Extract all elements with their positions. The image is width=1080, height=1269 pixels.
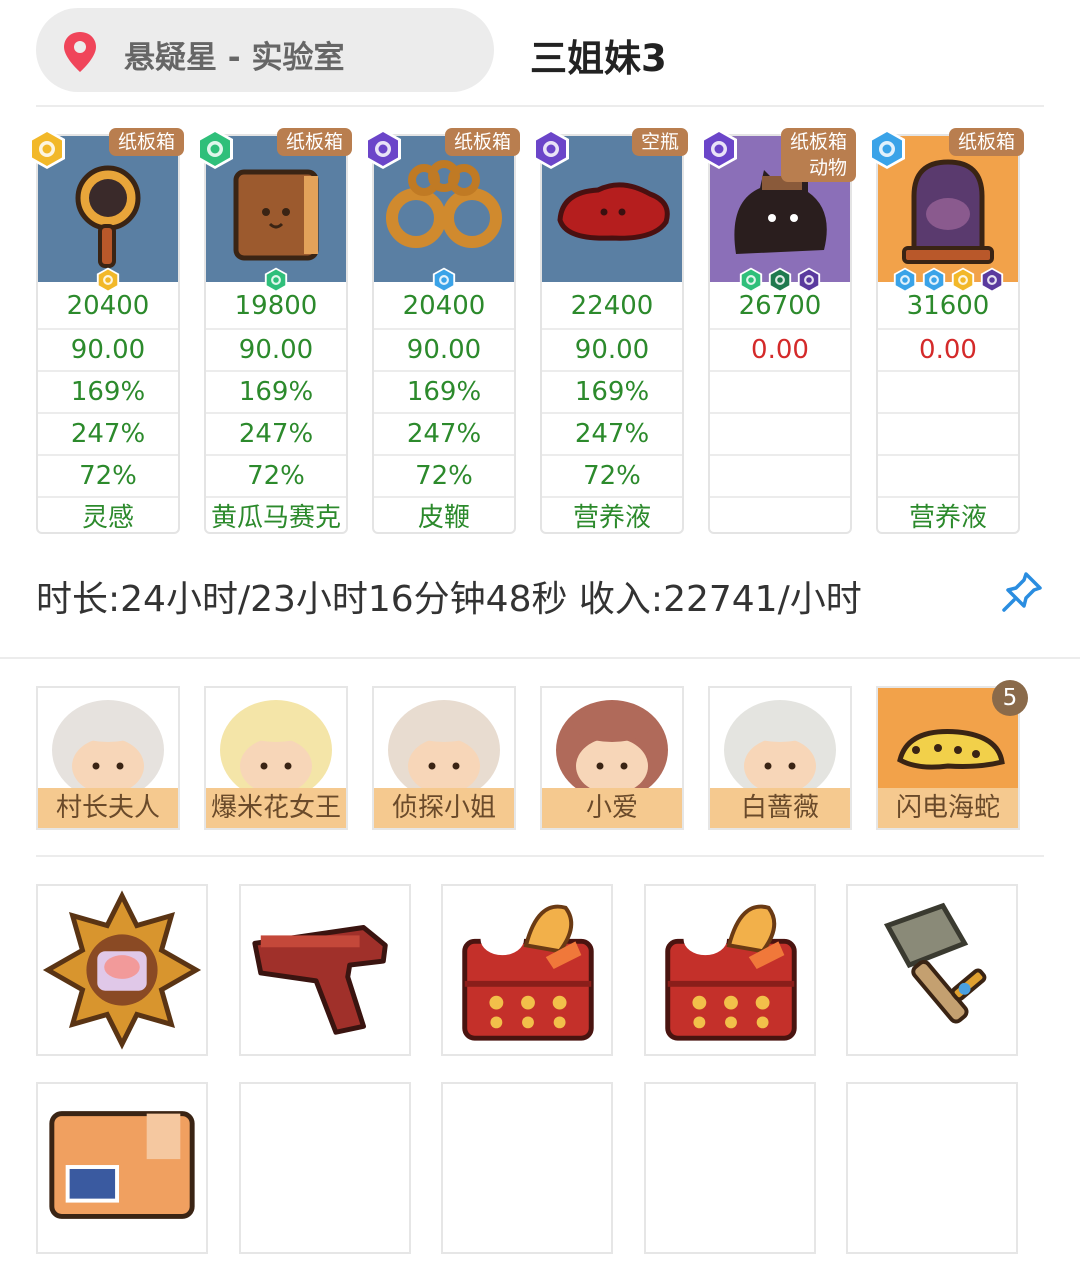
machine-column[interactable]: 空瓶 22400 90.00 169% 247% 72% 营养液	[533, 128, 688, 534]
machine-stat-cell: 169%	[542, 370, 682, 412]
item-slot[interactable]	[239, 884, 411, 1056]
machine-column[interactable]: 纸板箱 20400 90.00 169% 247% 72% 灵感	[29, 128, 184, 534]
location-pin-icon	[64, 32, 96, 72]
container-tag-label: 纸板箱	[117, 131, 175, 153]
machine-stat-cell: 0.00	[710, 328, 850, 370]
machine-stat-cell: 90.00	[374, 328, 514, 370]
machine-stat-cell: 灵感	[38, 496, 178, 538]
machine-stat-cell: 黄瓜马赛克	[206, 496, 346, 538]
location-label: 悬疑星 - 实验室	[124, 40, 345, 76]
rarity-badge-icon	[194, 128, 236, 170]
machine-stat-cell: 20400	[402, 291, 486, 321]
machine-stat-cell: 169%	[38, 370, 178, 412]
container-tag-label: 纸板箱	[957, 131, 1015, 153]
container-tag: 纸板箱	[108, 128, 184, 156]
machine-stat-cell	[878, 454, 1018, 496]
machine-stat-cell: 72%	[38, 454, 178, 496]
resident-card[interactable]: 小爱	[540, 686, 684, 830]
machine-stat-cell: 169%	[206, 370, 346, 412]
machine-stat-cell	[710, 370, 850, 412]
item-slot[interactable]	[36, 1082, 208, 1254]
machine-stat-cell: 247%	[38, 412, 178, 454]
item-slot[interactable]	[644, 884, 816, 1056]
machine-stat-cell: 247%	[206, 412, 346, 454]
machine-stat-cell	[710, 496, 850, 538]
container-tag: 纸板箱	[444, 128, 520, 156]
container-tag-label: 纸板箱	[453, 131, 511, 153]
divider	[36, 855, 1044, 857]
container-tag-label: 纸板箱	[789, 131, 847, 153]
divider	[36, 105, 1044, 107]
machine-stat-cell: 247%	[374, 412, 514, 454]
machine-stat-cell: 营养液	[878, 496, 1018, 538]
container-tag-label: 空瓶	[640, 131, 679, 153]
container-tag: 纸板箱动物	[780, 128, 856, 182]
machine-stat-cell: 22400	[570, 291, 654, 321]
page-title: 三姐妹3	[530, 37, 667, 80]
resident-card[interactable]: 村长夫人	[36, 686, 180, 830]
resident-card[interactable]: 白蔷薇	[708, 686, 852, 830]
rarity-badge-icon	[698, 128, 740, 170]
machine-stat-cell: 90.00	[542, 328, 682, 370]
resident-name: 爆米花女王	[206, 788, 346, 828]
duration-income-summary: 时长:24小时/23小时16分钟48秒 收入:22741/小时	[36, 579, 862, 620]
resident-name: 小爱	[542, 788, 682, 828]
machine-stat-cell: 皮鞭	[374, 496, 514, 538]
machine-stat-cell: 营养液	[542, 496, 682, 538]
machine-stat-cell	[710, 454, 850, 496]
resident-card[interactable]: 侦探小姐	[372, 686, 516, 830]
resident-name: 闪电海蛇	[878, 788, 1018, 828]
container-tag: 纸板箱	[948, 128, 1024, 156]
machine-stat-cell: 247%	[542, 412, 682, 454]
container-tag-label: 纸板箱	[285, 131, 343, 153]
machine-stat-cell: 31600	[906, 291, 990, 321]
machine-stat-cell: 20400	[66, 291, 150, 321]
item-slot[interactable]	[441, 884, 613, 1056]
rarity-badge-icon	[530, 128, 572, 170]
resident-name: 村长夫人	[38, 788, 178, 828]
rarity-badge-icon	[26, 128, 68, 170]
divider	[0, 657, 1080, 659]
machine-column[interactable]: 纸板箱动物 26700 0.00	[701, 128, 856, 534]
rarity-badge-icon	[362, 128, 404, 170]
machine-stat-cell: 19800	[234, 291, 318, 321]
machine-stat-cell: 72%	[374, 454, 514, 496]
container-tag-sublabel: 动物	[808, 157, 847, 179]
machine-stat-cell: 72%	[542, 454, 682, 496]
machine-column[interactable]: 纸板箱 31600 0.00 营养液	[869, 128, 1024, 534]
machine-stat-cell	[710, 412, 850, 454]
item-slot[interactable]	[36, 884, 208, 1056]
resident-count-badge: 5	[992, 680, 1028, 716]
machine-stat-cell: 0.00	[878, 328, 1018, 370]
machine-stat-cell: 72%	[206, 454, 346, 496]
resident-card[interactable]: 爆米花女王	[204, 686, 348, 830]
item-slot[interactable]	[846, 884, 1018, 1056]
machine-stat-cell	[878, 370, 1018, 412]
rarity-badge-icon	[866, 128, 908, 170]
machine-stat-cell: 26700	[738, 291, 822, 321]
resident-name: 侦探小姐	[374, 788, 514, 828]
machine-stat-cell: 90.00	[38, 328, 178, 370]
resident-name: 白蔷薇	[710, 788, 850, 828]
empty-item-slot[interactable]	[846, 1082, 1018, 1254]
container-tag: 空瓶	[631, 128, 688, 156]
machine-stat-cell	[878, 412, 1018, 454]
container-tag: 纸板箱	[276, 128, 352, 156]
pushpin-icon[interactable]	[1000, 570, 1044, 614]
machine-column[interactable]: 纸板箱 20400 90.00 169% 247% 72% 皮鞭	[365, 128, 520, 534]
machine-column[interactable]: 纸板箱 19800 90.00 169% 247% 72% 黄瓜马赛克	[197, 128, 352, 534]
empty-item-slot[interactable]	[441, 1082, 613, 1254]
machine-stat-cell: 90.00	[206, 328, 346, 370]
machine-stat-cell: 169%	[374, 370, 514, 412]
empty-item-slot[interactable]	[644, 1082, 816, 1254]
empty-item-slot[interactable]	[239, 1082, 411, 1254]
